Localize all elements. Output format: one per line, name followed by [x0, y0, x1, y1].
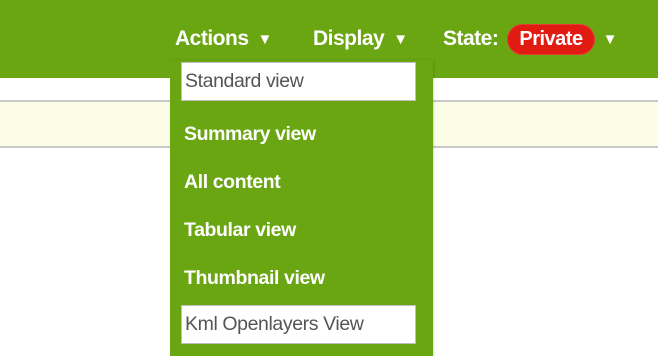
menu-item-standard-view[interactable]: Standard view	[181, 62, 416, 101]
menu-item-tabular-view[interactable]: Tabular view	[181, 211, 416, 250]
menu-item-all-content[interactable]: All content	[181, 163, 416, 202]
state-label: State:	[443, 27, 499, 50]
display-menu-button[interactable]: Display ▼	[313, 22, 408, 56]
display-label: Display	[313, 27, 385, 50]
menu-item-thumbnail-view[interactable]: Thumbnail view	[181, 259, 416, 298]
actions-label: Actions	[175, 27, 249, 50]
menu-item-summary-view[interactable]: Summary view	[181, 115, 416, 154]
actions-menu-button[interactable]: Actions ▼	[175, 22, 272, 56]
state-badge: Private	[507, 23, 595, 55]
menu-item-kml-openlayers-view[interactable]: Kml Openlayers View	[181, 305, 416, 344]
display-dropdown-menu: Standard view Summary view All content T…	[170, 60, 433, 356]
state-menu-button[interactable]: State: Private ▼	[443, 22, 617, 56]
chevron-down-icon: ▼	[602, 30, 618, 48]
chevron-down-icon: ▼	[393, 30, 408, 48]
page: Actions ▼ Display ▼ State: Private ▼ Sta…	[0, 0, 658, 356]
chevron-down-icon: ▼	[257, 30, 273, 48]
